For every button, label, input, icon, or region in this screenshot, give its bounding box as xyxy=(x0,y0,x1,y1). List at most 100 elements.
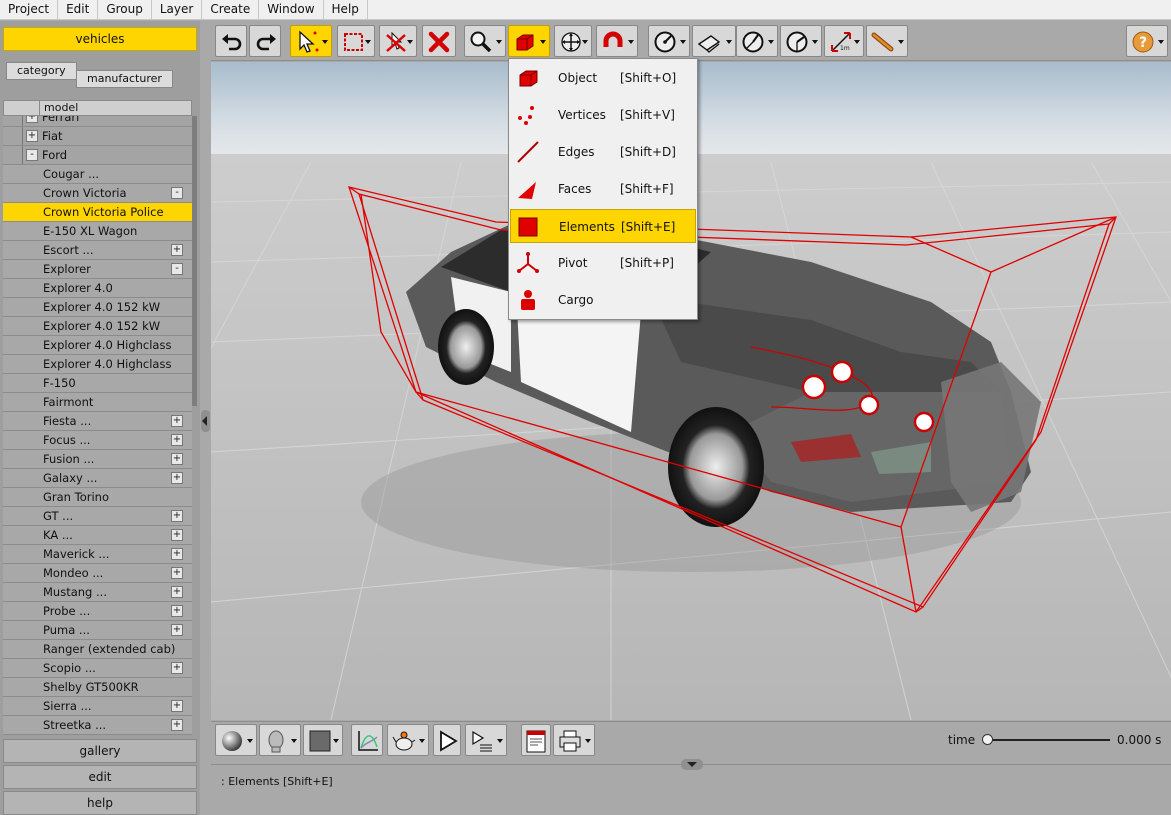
chevron-down-icon[interactable] xyxy=(628,40,634,44)
measure-distance-button[interactable]: 1m xyxy=(824,25,864,57)
menu-help[interactable]: Help xyxy=(324,0,368,20)
list-item[interactable]: GT ... + xyxy=(3,507,192,526)
menu-window[interactable]: Window xyxy=(259,0,324,20)
collapse-icon[interactable]: - xyxy=(171,187,183,199)
list-item[interactable]: KA ... + xyxy=(3,526,192,545)
chevron-down-icon[interactable] xyxy=(333,739,339,743)
expand-icon[interactable]: + xyxy=(26,130,38,142)
chevron-down-icon[interactable] xyxy=(582,40,588,44)
list-item[interactable]: Explorer 4.0 152 kW xyxy=(3,298,192,317)
measure-radius-button[interactable] xyxy=(780,25,822,57)
selection-mode-button[interactable] xyxy=(508,25,550,57)
list-item[interactable]: Galaxy ... + xyxy=(3,469,192,488)
play-button[interactable] xyxy=(433,724,461,756)
list-item[interactable]: Mondeo ... + xyxy=(3,564,192,583)
list-item[interactable]: Scopio ... + xyxy=(3,659,192,678)
list-item[interactable]: Explorer 4.0 152 kW xyxy=(3,317,192,336)
menu-item-elements[interactable]: Elements [Shift+E] xyxy=(510,209,696,243)
list-item[interactable]: Fusion ... + xyxy=(3,450,192,469)
time-slider-knob[interactable] xyxy=(982,734,993,745)
chevron-down-icon[interactable] xyxy=(540,40,546,44)
undo-button[interactable] xyxy=(215,25,247,57)
vehicles-button[interactable]: vehicles xyxy=(3,27,197,51)
tree-item-ferrari[interactable]: + Ferrari xyxy=(3,116,192,127)
chevron-down-icon[interactable] xyxy=(291,739,297,743)
chevron-down-icon[interactable] xyxy=(768,40,774,44)
report-button[interactable] xyxy=(521,724,551,756)
animation-button[interactable] xyxy=(387,724,429,756)
expand-icon[interactable]: + xyxy=(171,567,183,579)
expand-icon[interactable]: + xyxy=(171,244,183,256)
chevron-down-icon[interactable] xyxy=(407,40,413,44)
expand-icon[interactable]: + xyxy=(171,529,183,541)
expand-icon[interactable]: + xyxy=(171,415,183,427)
collapse-icon[interactable]: - xyxy=(171,263,183,275)
list-item[interactable]: Fiesta ... + xyxy=(3,412,192,431)
list-item[interactable]: Mustang ... + xyxy=(3,583,192,602)
chevron-down-icon[interactable] xyxy=(1158,40,1164,44)
select-tool-button[interactable] xyxy=(290,25,332,57)
gallery-button[interactable]: gallery xyxy=(3,739,197,763)
snap-button[interactable] xyxy=(596,25,638,57)
list-item-selected[interactable]: Crown Victoria Police xyxy=(3,203,192,222)
menu-item-vertices[interactable]: Vertices [Shift+V] xyxy=(510,98,696,132)
chevron-down-icon[interactable] xyxy=(585,739,591,743)
panel-collapse-handle[interactable] xyxy=(201,410,210,432)
list-item[interactable]: Focus ... + xyxy=(3,431,192,450)
expand-icon[interactable]: + xyxy=(26,116,38,123)
list-item[interactable]: Explorer 4.0 xyxy=(3,279,192,298)
chevron-down-icon[interactable] xyxy=(497,739,503,743)
tree-item-fiat[interactable]: + Fiat xyxy=(3,127,192,146)
list-item[interactable]: Gran Torino xyxy=(3,488,192,507)
list-item[interactable]: Streetka ... + xyxy=(3,716,192,735)
list-item[interactable]: Explorer 4.0 Highclass xyxy=(3,336,192,355)
list-item[interactable]: E-150 XL Wagon xyxy=(3,222,192,241)
chevron-down-icon[interactable] xyxy=(726,40,732,44)
chevron-down-icon[interactable] xyxy=(898,40,904,44)
menu-layer[interactable]: Layer xyxy=(152,0,203,20)
menu-item-cargo[interactable]: Cargo xyxy=(510,283,696,317)
list-item[interactable]: Sierra ... + xyxy=(3,697,192,716)
list-item[interactable]: Explorer - xyxy=(3,260,192,279)
menu-item-faces[interactable]: Faces [Shift+F] xyxy=(510,172,696,206)
chevron-down-icon[interactable] xyxy=(419,739,425,743)
list-item[interactable]: Escort ... + xyxy=(3,241,192,260)
list-item[interactable]: Probe ... + xyxy=(3,602,192,621)
expand-icon[interactable]: + xyxy=(171,662,183,674)
list-item[interactable]: Fairmont xyxy=(3,393,192,412)
chevron-down-icon[interactable] xyxy=(247,739,253,743)
expand-icon[interactable]: + xyxy=(171,434,183,446)
measure-plane-button[interactable] xyxy=(692,25,736,57)
measure-point-button[interactable] xyxy=(648,25,690,57)
help-button[interactable]: help xyxy=(3,791,197,815)
expand-icon[interactable]: + xyxy=(171,510,183,522)
expand-icon[interactable]: + xyxy=(171,624,183,636)
list-item[interactable]: Ranger (extended cab) xyxy=(3,640,192,659)
menu-item-edges[interactable]: Edges [Shift+D] xyxy=(510,135,696,169)
list-item[interactable]: Puma ... + xyxy=(3,621,192,640)
redo-button[interactable] xyxy=(249,25,281,57)
menu-project[interactable]: Project xyxy=(0,0,59,20)
menu-create[interactable]: Create xyxy=(202,0,260,20)
material-button[interactable] xyxy=(215,724,257,756)
expand-icon[interactable]: + xyxy=(171,548,183,560)
move-button[interactable] xyxy=(554,25,592,57)
column-header-model[interactable]: model xyxy=(44,101,78,115)
status-collapse-handle[interactable] xyxy=(681,759,703,770)
time-slider-track[interactable] xyxy=(987,739,1110,741)
menu-item-pivot[interactable]: Pivot [Shift+P] xyxy=(510,246,696,280)
menu-group[interactable]: Group xyxy=(98,0,152,20)
avatar-button[interactable] xyxy=(259,724,301,756)
tab-category[interactable]: category xyxy=(6,62,77,80)
delete-button[interactable] xyxy=(422,25,456,57)
chevron-down-icon[interactable] xyxy=(365,40,371,44)
chevron-down-icon[interactable] xyxy=(854,40,860,44)
edit-button[interactable]: edit xyxy=(3,765,197,789)
chevron-down-icon[interactable] xyxy=(680,40,686,44)
expand-icon[interactable]: + xyxy=(171,472,183,484)
rect-select-button[interactable] xyxy=(337,25,375,57)
list-item[interactable]: Crown Victoria - xyxy=(3,184,192,203)
tree-scrollbar[interactable] xyxy=(192,116,197,406)
expand-icon[interactable]: + xyxy=(171,605,183,617)
list-item[interactable]: Explorer 4.0 Highclass xyxy=(3,355,192,374)
